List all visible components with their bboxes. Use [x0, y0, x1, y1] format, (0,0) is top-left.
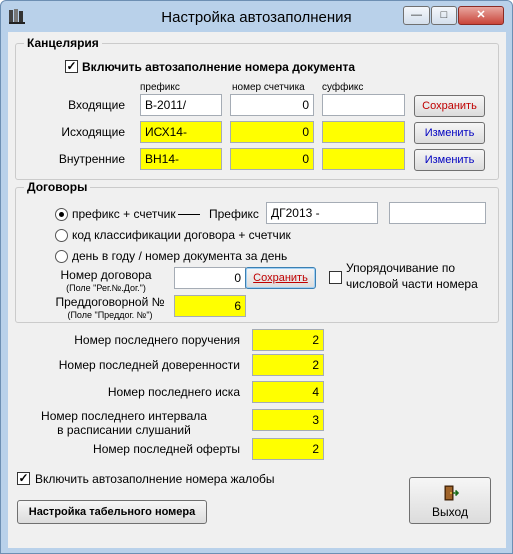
incoming-counter-field[interactable]: 0	[230, 94, 314, 116]
last-interval-field[interactable]: 3	[252, 409, 324, 431]
exit-label: Выход	[432, 505, 468, 519]
close-button[interactable]: ✕	[458, 6, 504, 25]
precontract-field[interactable]: 6	[174, 295, 246, 317]
kanc-group-title: Канцелярия	[24, 36, 102, 50]
col-prefix-header: префикс	[140, 82, 180, 93]
settings-window: Настройка автозаполнения — □ ✕ Канцеляри…	[0, 0, 513, 554]
radio-classification-counter[interactable]	[55, 229, 68, 242]
internal-edit-button[interactable]: Изменить	[414, 149, 485, 171]
close-icon: ✕	[476, 9, 486, 21]
dialog-body: Канцелярия ✓ Включить автозаполнение ном…	[8, 32, 506, 548]
minimize-icon: —	[411, 9, 422, 21]
outgoing-prefix-field[interactable]: ИСХ14-	[140, 121, 222, 143]
dog-group: Договоры префикс + счетчик Префикс ДГ201…	[15, 180, 499, 323]
incoming-suffix-field[interactable]	[322, 94, 405, 116]
sort-numeric-label-1: Упорядочивание по	[346, 261, 456, 275]
outgoing-label: Исходящие	[61, 125, 125, 139]
dog-prefix-field[interactable]: ДГ2013 -	[266, 202, 378, 224]
precontract-hint: (Поле "Преддог. №")	[67, 310, 153, 320]
kanc-enable-label: Включить автозаполнение номера документа	[82, 60, 356, 74]
maximize-icon: □	[440, 9, 448, 21]
exit-door-icon	[444, 485, 459, 501]
last-lawsuit-field[interactable]: 4	[252, 381, 324, 403]
internal-label: Внутренние	[58, 152, 125, 166]
last-offer-label: Номер последней оферты	[93, 442, 240, 456]
last-order-field[interactable]: 2	[252, 329, 324, 351]
precontract-label: Преддоговорной №	[55, 295, 165, 309]
title-bar[interactable]: Настройка автозаполнения — □ ✕	[1, 1, 512, 31]
sort-numeric-checkbox[interactable]	[329, 271, 342, 284]
sort-numeric-label-2: числовой части номера	[346, 277, 478, 291]
outgoing-suffix-field[interactable]	[322, 121, 405, 143]
outgoing-edit-button[interactable]: Изменить	[414, 122, 485, 144]
outgoing-counter-field[interactable]: 0	[230, 121, 314, 143]
col-counter-header: номер счетчика	[232, 82, 305, 93]
last-power-of-attorney-field[interactable]: 2	[252, 354, 324, 376]
contract-save-button[interactable]: Сохранить	[245, 267, 316, 289]
kanc-group: Канцелярия ✓ Включить автозаполнение ном…	[15, 36, 499, 180]
dog-extra-field[interactable]	[389, 202, 486, 224]
incoming-label: Входящие	[68, 98, 125, 112]
radio-prefix-counter-label: префикс + счетчик	[72, 207, 176, 221]
internal-suffix-field[interactable]	[322, 148, 405, 170]
tabel-settings-button[interactable]: Настройка табельного номера	[17, 500, 207, 524]
maximize-button[interactable]: □	[431, 6, 457, 25]
radio-classification-counter-label: код классификации договора + счетчик	[72, 228, 291, 242]
internal-counter-field[interactable]: 0	[230, 148, 314, 170]
exit-button[interactable]: Выход	[409, 477, 491, 524]
radio-prefix-counter[interactable]	[55, 208, 68, 221]
contract-number-label: Номер договора	[60, 268, 152, 282]
last-lawsuit-label: Номер последнего иска	[107, 385, 240, 399]
last-offer-field[interactable]: 2	[252, 438, 324, 460]
dog-prefix-label: Префикс	[209, 207, 259, 221]
complaint-enable-label: Включить автозаполнение номера жалобы	[35, 472, 275, 486]
last-power-of-attorney-label: Номер последней доверенности	[58, 358, 240, 372]
last-interval-label-1: Номер последнего интервала	[41, 409, 207, 423]
radio-day-number-label: день в году / номер документа за день	[72, 249, 288, 263]
last-order-label: Номер последнего поручения	[74, 333, 240, 347]
dog-group-title: Договоры	[24, 180, 91, 194]
contract-number-hint: (Поле "Рег.№.Дог.")	[66, 283, 146, 293]
col-suffix-header: суффикс	[322, 82, 364, 93]
contract-number-field[interactable]: 0	[174, 267, 246, 289]
kanc-enable-checkbox[interactable]: ✓	[65, 60, 78, 73]
minimize-button[interactable]: —	[403, 6, 430, 25]
internal-prefix-field[interactable]: ВН14-	[140, 148, 222, 170]
complaint-enable-checkbox[interactable]: ✓	[17, 472, 30, 485]
incoming-save-button[interactable]: Сохранить	[414, 95, 485, 117]
connector-line	[178, 214, 200, 215]
radio-day-number[interactable]	[55, 250, 68, 263]
last-interval-label-2: в расписании слушаний	[57, 423, 191, 437]
incoming-prefix-field[interactable]: B-2011/	[140, 94, 222, 116]
